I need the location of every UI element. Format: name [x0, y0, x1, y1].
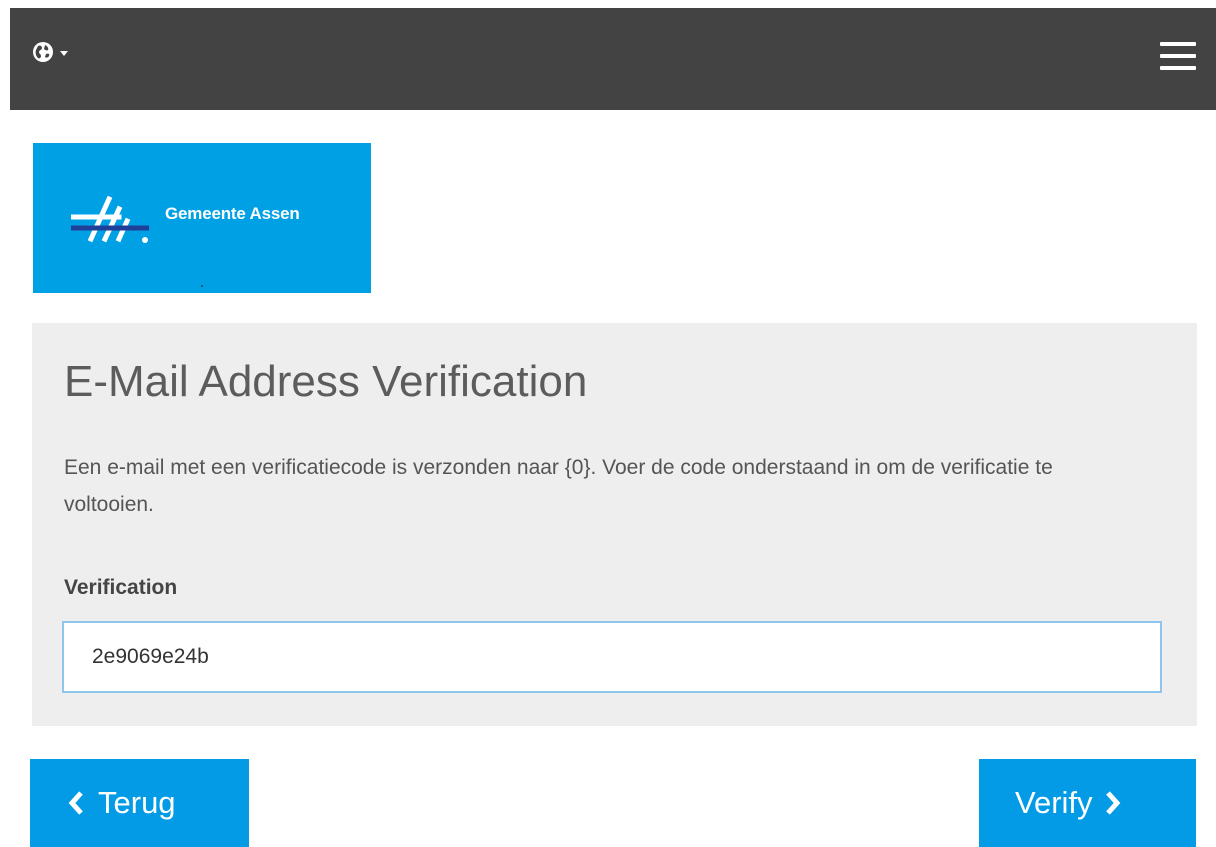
verification-label: Verification	[64, 576, 178, 599]
verify-button-label: Verify	[1015, 785, 1093, 820]
language-selector[interactable]	[32, 41, 68, 63]
globe-icon	[32, 41, 54, 63]
assen-logo-mark-icon	[71, 195, 149, 243]
gemeente-assen-logo: Gemeente Assen	[33, 143, 371, 293]
page-title: E-Mail Address Verification	[64, 357, 588, 406]
top-navbar	[10, 8, 1216, 110]
chevron-right-icon	[1105, 791, 1120, 815]
verification-input[interactable]	[62, 621, 1162, 693]
caret-down-icon	[60, 51, 68, 56]
back-button[interactable]: Terug	[30, 759, 249, 847]
chevron-left-icon	[68, 791, 83, 815]
logo-text: Gemeente Assen	[165, 204, 300, 223]
hamburger-menu-icon[interactable]	[1160, 42, 1196, 72]
verify-button[interactable]: Verify	[979, 759, 1196, 847]
logo-dot	[201, 285, 203, 287]
back-button-label: Terug	[98, 785, 176, 820]
verification-panel: E-Mail Address Verification Een e-mail m…	[32, 323, 1197, 726]
intro-text: Een e-mail met een verificatiecode is ve…	[64, 456, 1053, 516]
